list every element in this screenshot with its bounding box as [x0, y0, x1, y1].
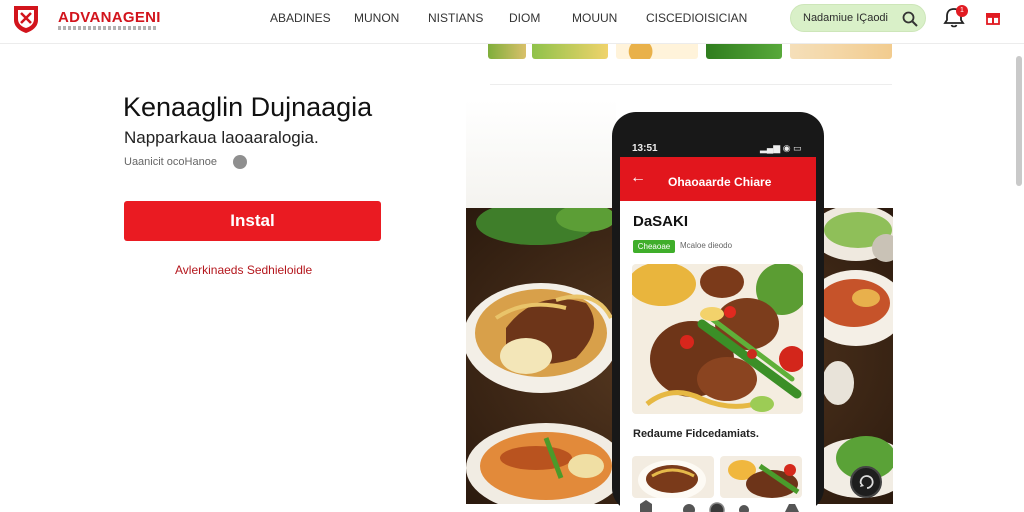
nav-item-mouun[interactable]: MOUUN [572, 11, 617, 25]
divider [490, 84, 892, 85]
top-navigation-bar: ADVANAGENI ABADINES MUNON NISTIANS DIOM … [0, 0, 1024, 44]
category-tag[interactable]: Cheaoae [633, 240, 675, 253]
food-strip-thumb [532, 44, 608, 59]
dish-illustration [632, 264, 803, 414]
page-title: Kenaaglin Dujnaagia [123, 92, 373, 122]
app-meta-text: Uaanicit ocoHanoe [124, 156, 217, 168]
page-subtitle: Napparkaua laoaaralogia. [124, 128, 319, 147]
saved-icon[interactable] [739, 505, 749, 512]
nav-item-abadines[interactable]: ABADINES [270, 11, 331, 25]
section-heading: Redaume Fidcedamiats. [633, 428, 759, 440]
search-value[interactable]: Nadamiue IÇaodi [803, 12, 888, 24]
info-icon[interactable] [233, 155, 247, 169]
food-strip-thumb [706, 44, 782, 59]
refresh-icon [859, 475, 874, 489]
app-header-title: Ohaoaarde Chiare [668, 175, 772, 189]
nav-item-nistians[interactable]: NISTIANS [428, 11, 483, 25]
phone-status-icons: ▂▄▆ ◉ ▭ [760, 143, 802, 153]
food-strip-thumb [488, 44, 526, 59]
profile-icon[interactable] [785, 504, 799, 512]
brand-name[interactable]: ADVANAGENI [58, 9, 161, 26]
dish-photo[interactable] [632, 264, 803, 414]
chat-button[interactable] [850, 466, 882, 498]
thumbnail-illustration [632, 456, 714, 498]
home-icon[interactable] [640, 500, 652, 512]
notification-badge: 1 [956, 5, 968, 17]
page-scrollbar[interactable] [1016, 56, 1022, 186]
recipe-thumbnail[interactable] [720, 456, 802, 498]
brand-tagline-stripe [58, 26, 158, 30]
nav-item-diom[interactable]: DIOM [509, 11, 540, 25]
explore-icon[interactable] [683, 504, 695, 512]
banner-background [466, 100, 616, 210]
back-arrow-icon[interactable]: ← [630, 169, 646, 187]
center-action-icon[interactable] [709, 502, 725, 512]
gift-icon[interactable] [984, 8, 1002, 26]
nav-item-munon[interactable]: MUNON [354, 11, 399, 25]
thumbnail-illustration [720, 456, 802, 498]
secondary-link[interactable]: Avlerkinaeds Sedhieloidle [175, 263, 312, 277]
dish-name: DaSAKI [633, 213, 689, 230]
search-field[interactable]: Nadamiue IÇaodi [790, 4, 926, 32]
nav-item-ciscedioisician[interactable]: CISCEDIOISICIAN [646, 11, 747, 25]
brand-shield-icon[interactable] [11, 4, 41, 34]
install-button[interactable]: Instal [124, 201, 381, 241]
recipe-thumbnail[interactable] [632, 456, 714, 498]
food-strip-thumb [616, 44, 698, 59]
phone-status-time: 13:51 [632, 143, 658, 154]
tag-caption: Mcaloe dieodo [680, 241, 733, 250]
search-icon[interactable] [901, 10, 919, 28]
food-strip-thumb [790, 44, 892, 59]
phone-bottom-nav [640, 500, 799, 512]
